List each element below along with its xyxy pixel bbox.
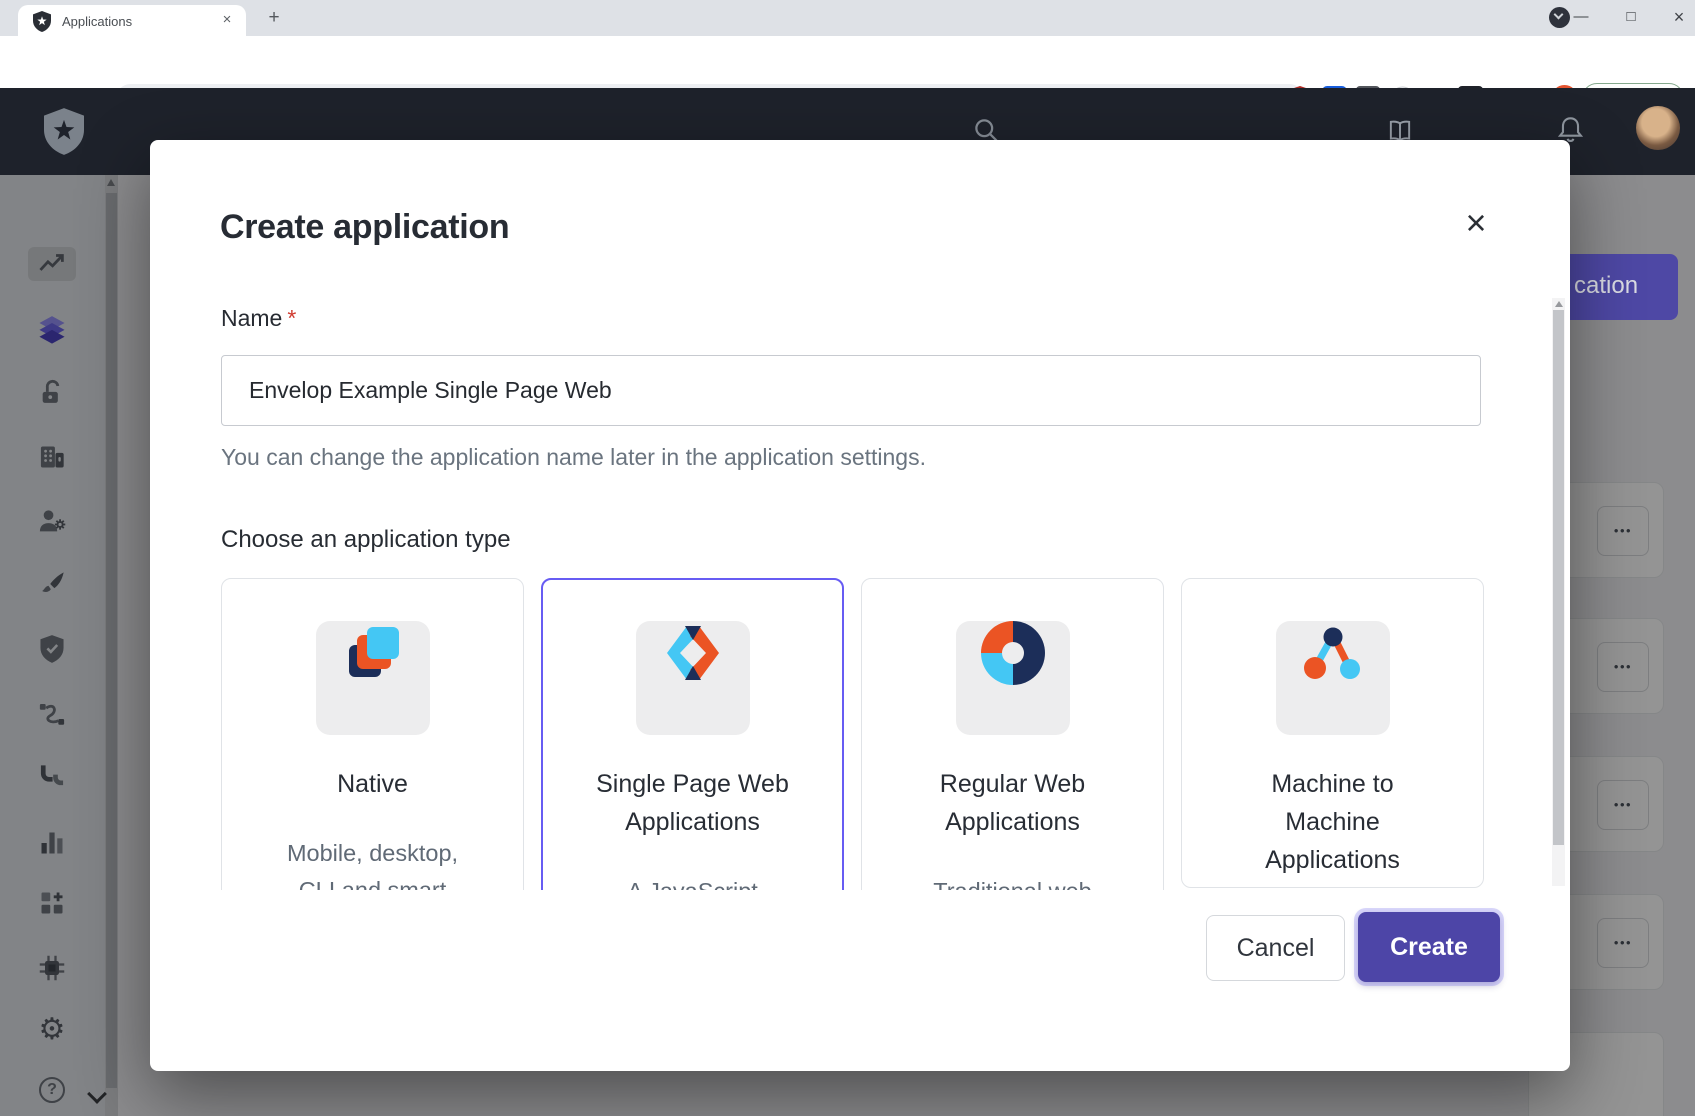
- tab-close-icon[interactable]: ×: [217, 10, 237, 30]
- type-card-title: Regular Web Applications: [918, 765, 1108, 841]
- spa-icon: [636, 621, 750, 735]
- browser-tab[interactable]: Applications ×: [18, 5, 246, 36]
- modal-body: Name* You can change the application nam…: [150, 296, 1550, 890]
- application-name-input[interactable]: [221, 355, 1481, 426]
- type-card-description: Traditional web: [918, 873, 1108, 890]
- native-icon: [316, 621, 430, 735]
- choose-type-label: Choose an application type: [221, 526, 511, 554]
- type-card-native[interactable]: Native Mobile, desktop, CLI and smart: [221, 578, 524, 890]
- modal-close-icon[interactable]: ×: [1452, 200, 1500, 248]
- auth0-favicon-icon: [33, 11, 51, 31]
- m2m-icon: [1276, 621, 1390, 735]
- type-card-single-page-web[interactable]: Single Page Web Applications A JavaScrip…: [541, 578, 844, 890]
- create-application-modal: Create application × Name* You can chang…: [150, 140, 1570, 1071]
- type-card-machine-to-machine[interactable]: Machine to Machine Applications: [1181, 578, 1484, 888]
- modal-scrollbar[interactable]: [1552, 298, 1565, 886]
- name-help-text: You can change the application name late…: [221, 444, 926, 471]
- modal-title: Create application: [220, 208, 509, 247]
- scroll-up-arrow-icon[interactable]: [1555, 301, 1563, 307]
- type-card-regular-web[interactable]: Regular Web Applications Traditional web: [861, 578, 1164, 890]
- name-field-label: Name*: [221, 305, 296, 332]
- type-card-description: A JavaScript: [598, 873, 788, 890]
- create-button[interactable]: Create: [1358, 912, 1500, 982]
- type-card-title: Single Page Web Applications: [583, 765, 803, 841]
- window-minimize-button[interactable]: —: [1566, 4, 1596, 30]
- browser-toolbar: ← → ⟳ manage.auth0.com/dashboard/eu/drea…: [0, 36, 1695, 88]
- window-maximize-button[interactable]: □: [1616, 4, 1646, 30]
- browser-tab-bar: Applications × + — □ ×: [0, 0, 1695, 36]
- application-type-cards: Native Mobile, desktop, CLI and smart Si…: [221, 578, 1484, 890]
- chevron-down-icon: [1554, 10, 1564, 20]
- screen: Applications × + — □ × ← → ⟳ manage.auth…: [0, 0, 1695, 1116]
- tab-title: Applications: [62, 14, 132, 29]
- cancel-button[interactable]: Cancel: [1206, 915, 1345, 981]
- type-card-title: Machine to Machine Applications: [1253, 765, 1413, 879]
- user-avatar[interactable]: [1636, 106, 1680, 150]
- type-card-description: Mobile, desktop, CLI and smart: [278, 835, 468, 890]
- window-close-button[interactable]: ×: [1664, 4, 1694, 30]
- modal-scrollbar-thumb[interactable]: [1553, 310, 1564, 845]
- regular-web-icon: [956, 621, 1070, 735]
- auth0-logo-icon[interactable]: [44, 108, 84, 155]
- required-asterisk: *: [287, 305, 296, 331]
- new-tab-button[interactable]: +: [262, 6, 286, 30]
- type-card-title: Native: [222, 765, 523, 803]
